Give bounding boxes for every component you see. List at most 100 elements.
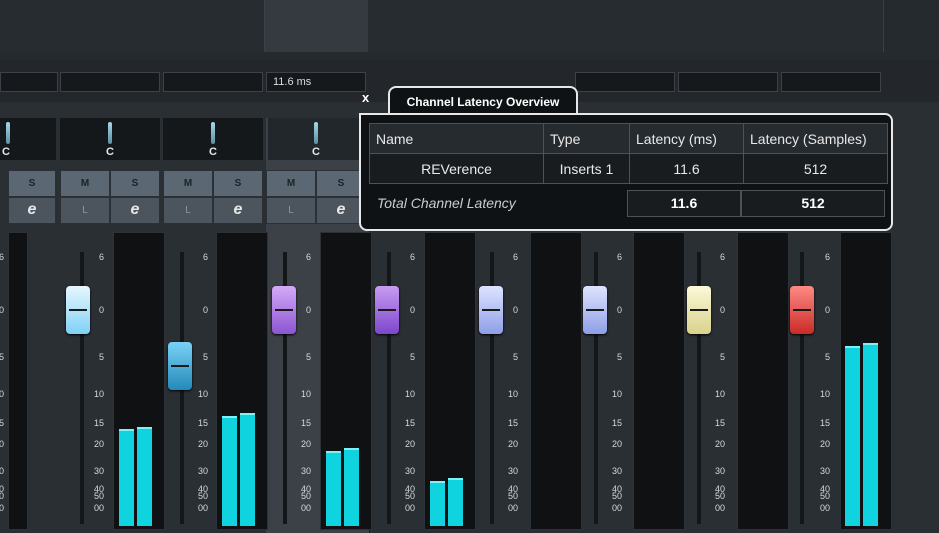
fader-scale-label: 15	[197, 418, 208, 428]
top-cell	[677, 0, 781, 52]
pan-label: C	[2, 146, 10, 158]
top-cell	[161, 0, 265, 52]
fader-scale-label: 10	[819, 389, 830, 399]
fader-scale-label: 00	[714, 503, 725, 513]
level-meter	[633, 232, 685, 530]
total-latency-samples: 512	[741, 190, 885, 217]
fader-scale-label: 6	[98, 252, 104, 262]
fader-scale-label: 30	[93, 466, 104, 476]
listen-button[interactable]: L	[60, 197, 110, 224]
fader-cap[interactable]	[375, 286, 399, 334]
fader-scale-label: 5	[409, 352, 415, 362]
fader-scale-label: 50	[0, 491, 4, 501]
mute-button[interactable]: M	[266, 170, 316, 197]
mute-button[interactable]: M	[163, 170, 213, 197]
fader-scale-label: 50	[611, 491, 622, 501]
listen-button[interactable]: L	[266, 197, 316, 224]
fader-cap[interactable]	[790, 286, 814, 334]
fader-scale-label: 20	[0, 439, 4, 449]
fader-scale-label: 10	[197, 389, 208, 399]
solo-button[interactable]: S	[110, 170, 160, 197]
fader-scale-label: 20	[197, 439, 208, 449]
latency-display[interactable]: 11.6 ms	[266, 72, 366, 92]
level-meter	[737, 232, 789, 530]
fader-scale-label: 00	[0, 503, 4, 513]
meter-bar	[222, 416, 237, 526]
meter-bar	[240, 413, 255, 526]
fader-scale-label: 10	[300, 389, 311, 399]
fader-cap[interactable]	[479, 286, 503, 334]
pan-label: C	[209, 146, 217, 158]
fader-cap[interactable]	[168, 342, 192, 390]
fader-scale-label: 30	[197, 466, 208, 476]
table-row[interactable]: REVerence Inserts 1 11.6 512	[369, 153, 888, 184]
fader-scale-label: 00	[300, 503, 311, 513]
top-strip	[0, 0, 939, 60]
meter-bar	[448, 478, 463, 526]
top-cell	[0, 0, 59, 52]
pan-knob-icon	[108, 122, 112, 144]
level-meter	[8, 232, 28, 530]
solo-button[interactable]: S	[8, 170, 56, 197]
fader-scale-label: 5	[98, 352, 104, 362]
latency-cell	[60, 72, 160, 92]
channel-latency-overview: x Channel Latency Overview Name Type Lat…	[356, 86, 896, 236]
fader-scale-label: 15	[819, 418, 830, 428]
column-header-name: Name	[369, 123, 544, 154]
fader-scale-label: 30	[404, 466, 415, 476]
pan-control[interactable]: C	[0, 118, 56, 160]
close-button[interactable]: x	[362, 90, 369, 105]
meter-bar	[137, 427, 152, 526]
fader-scale-label: 6	[719, 252, 725, 262]
fader-scale-label: 5	[305, 352, 311, 362]
fader-scale-label: 50	[819, 491, 830, 501]
edit-button[interactable]: e	[110, 197, 160, 224]
fader-cap[interactable]	[272, 286, 296, 334]
fader-scale-label: 50	[93, 491, 104, 501]
fader-scale-label: 50	[714, 491, 725, 501]
fader-scale-label: 10	[93, 389, 104, 399]
fader-scale-label: 5	[0, 352, 4, 362]
pan-control[interactable]: C	[268, 118, 366, 160]
edit-button[interactable]: e	[8, 197, 56, 224]
fader-scale-label: 6	[512, 252, 518, 262]
fader-scale-label: 15	[93, 418, 104, 428]
total-latency-label: Total Channel Latency	[377, 195, 516, 211]
pan-knob-icon	[6, 122, 10, 144]
fader-scale-label: 0	[824, 305, 830, 315]
fader-scale-label: 15	[714, 418, 725, 428]
fader-scale-label: 30	[819, 466, 830, 476]
row-type: Inserts 1	[543, 153, 630, 184]
top-cell	[368, 0, 472, 52]
fader-cap[interactable]	[66, 286, 90, 334]
pan-control[interactable]: C	[60, 118, 160, 160]
fader-scale-label: 5	[512, 352, 518, 362]
column-header-latency-ms: Latency (ms)	[629, 123, 744, 154]
fader-scale-label: 15	[300, 418, 311, 428]
solo-button[interactable]: S	[213, 170, 263, 197]
top-cell	[471, 0, 575, 52]
fader-scale-label: 30	[507, 466, 518, 476]
fader-scale-label: 15	[611, 418, 622, 428]
meter-bar	[863, 343, 878, 526]
column-header-latency-samples: Latency (Samples)	[743, 123, 888, 154]
listen-button[interactable]: L	[163, 197, 213, 224]
fader-scale-label: 15	[0, 418, 4, 428]
fader-scale-label: 50	[300, 491, 311, 501]
fader-scale-label: 50	[404, 491, 415, 501]
edit-button[interactable]: e	[213, 197, 263, 224]
fader-scale-label: 10	[507, 389, 518, 399]
pan-label: C	[106, 146, 114, 158]
fader-scale-label: 20	[93, 439, 104, 449]
pan-control[interactable]: C	[163, 118, 263, 160]
mute-button[interactable]: M	[60, 170, 110, 197]
fader-cap[interactable]	[687, 286, 711, 334]
meter-bar	[845, 346, 860, 526]
fader-scale-label: 20	[300, 439, 311, 449]
fader-scale-label: 10	[714, 389, 725, 399]
fader-cap[interactable]	[583, 286, 607, 334]
pan-knob-icon	[314, 122, 318, 144]
fader-scale-label: 15	[404, 418, 415, 428]
fader-scale-label: 0	[202, 305, 208, 315]
fader-scale-label: 30	[611, 466, 622, 476]
